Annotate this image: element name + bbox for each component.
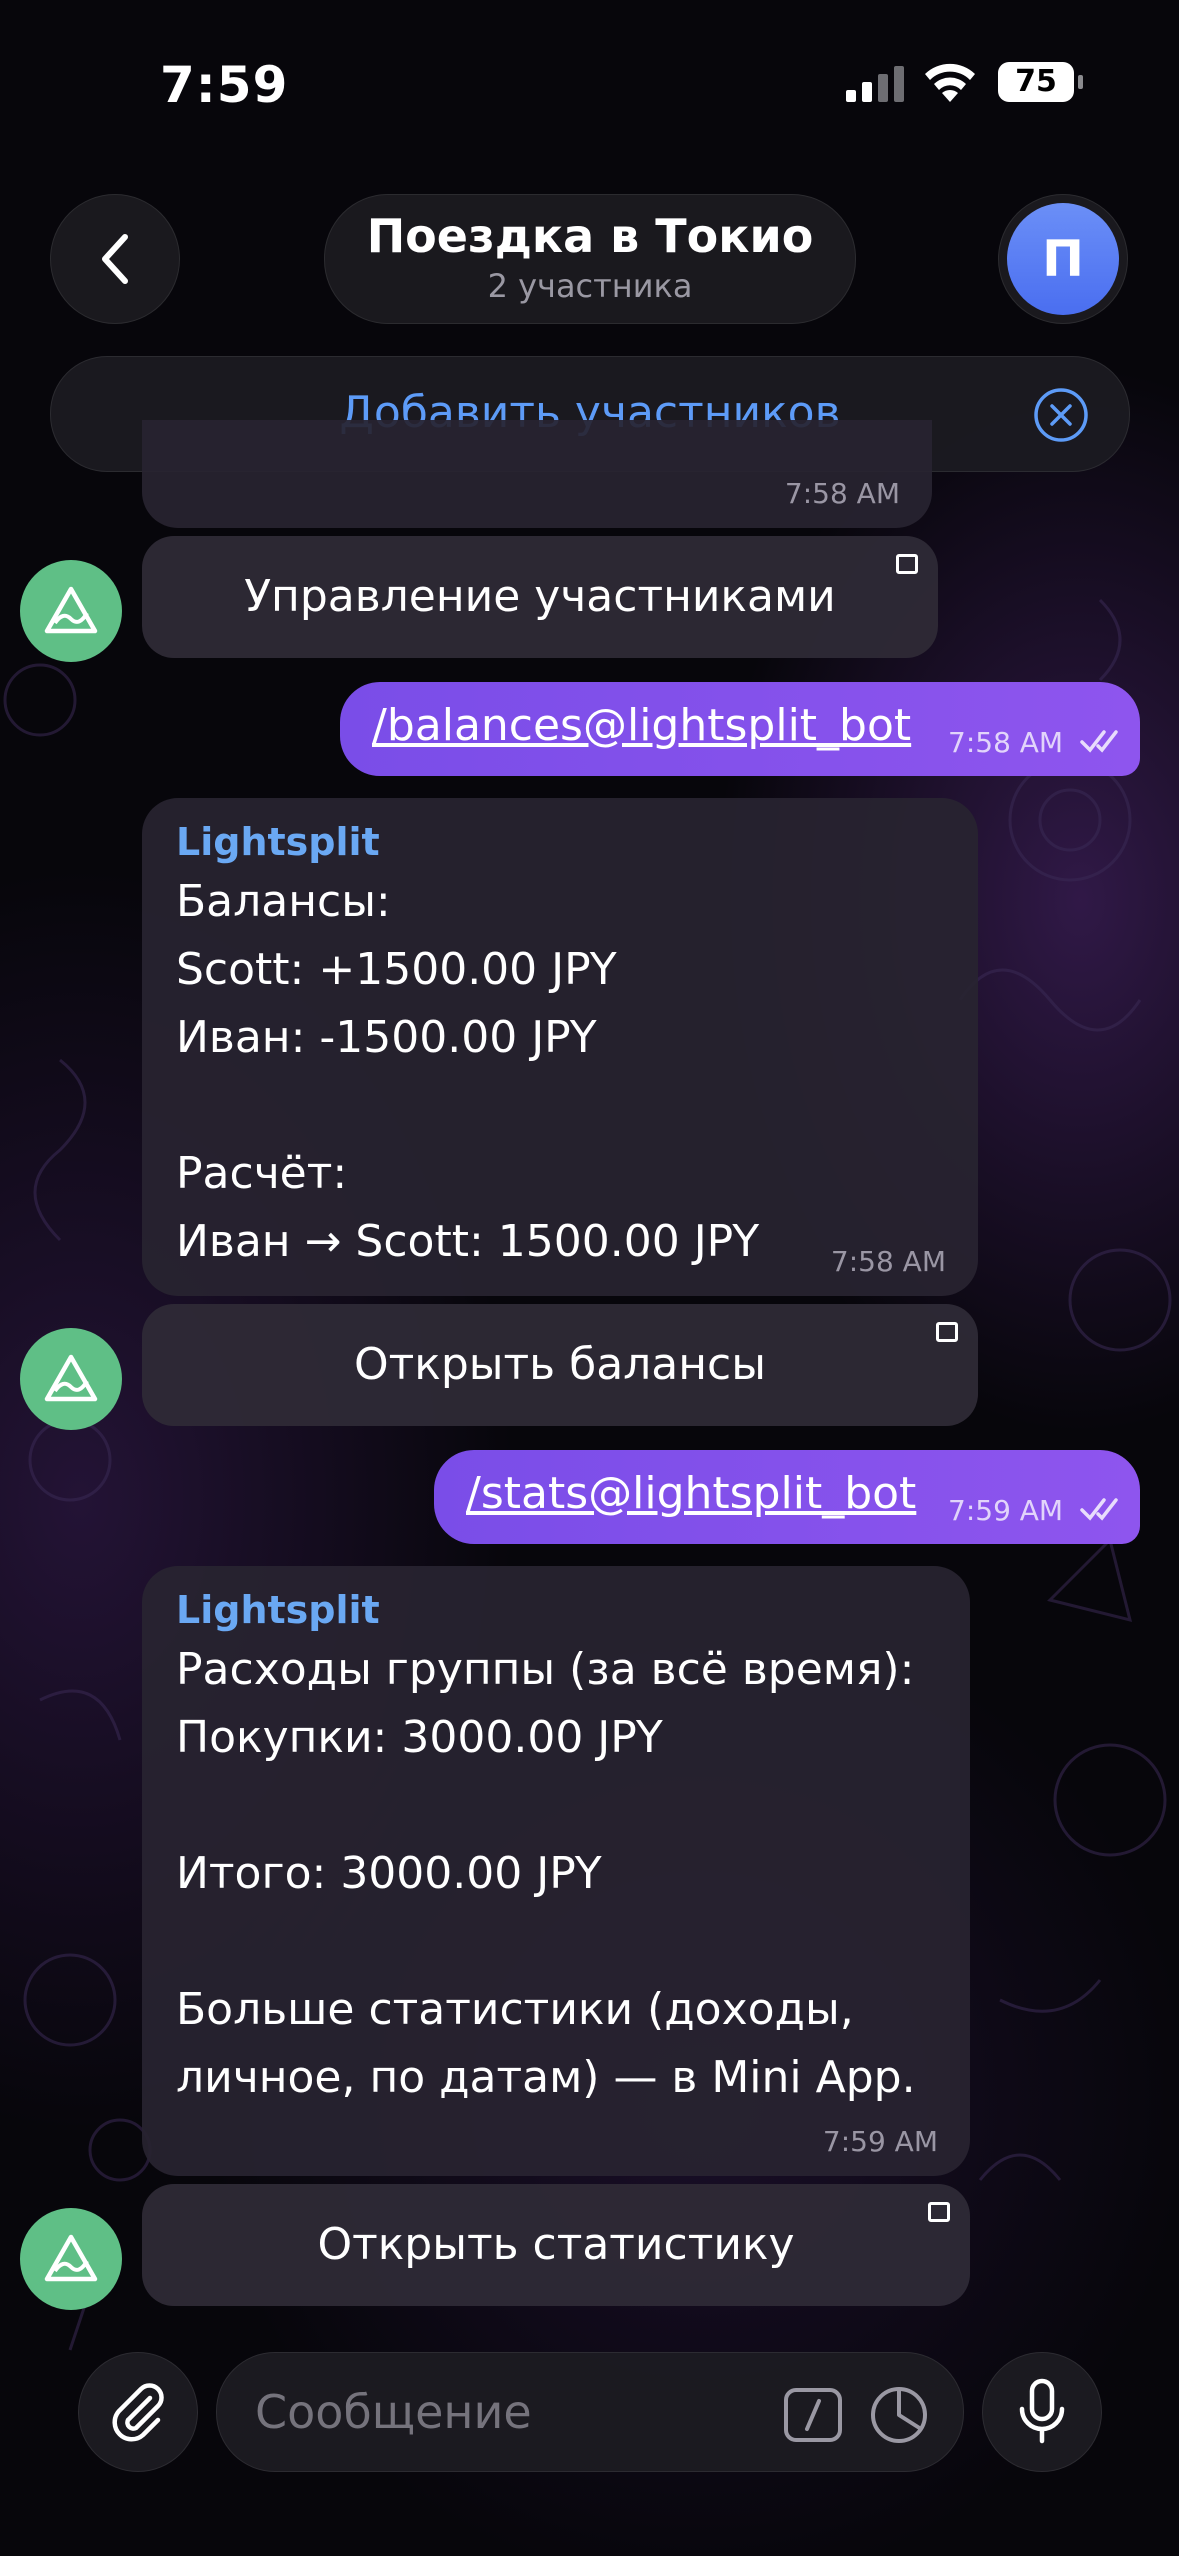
chevron-left-icon [102, 234, 128, 284]
message-sender: Lightsplit [176, 820, 380, 864]
bot-logo-icon [44, 1354, 98, 1402]
open-balances-label: Открыть балансы [354, 1339, 766, 1390]
command-link-stats[interactable]: /stats@lightsplit_bot [466, 1468, 916, 1519]
bot-avatar[interactable] [20, 560, 122, 662]
double-check-icon [1080, 730, 1118, 753]
status-bar: 7:59 75 [0, 0, 1179, 170]
chat-title: Поездка в Токио [366, 209, 814, 263]
manage-participants-label: Управление участниками [244, 571, 836, 622]
message-input-placeholder: Сообщение [255, 2385, 532, 2439]
attach-button[interactable] [78, 2352, 198, 2472]
message-text: Расходы группы (за всё время): Покупки: … [176, 1644, 916, 2103]
message-time: 7:58 AM [830, 1245, 946, 1278]
status-time: 7:59 [160, 56, 289, 114]
message-sender: Lightsplit [176, 1588, 380, 1632]
web-app-icon [936, 1322, 958, 1342]
bot-logo-icon [44, 2234, 98, 2282]
bot-avatar[interactable] [20, 2208, 122, 2310]
bot-commands-icon[interactable] [783, 2387, 843, 2443]
open-statistics-label: Открыть статистику [317, 2219, 795, 2270]
outgoing-message-balances[interactable]: /balances@lightsplit_bot 7:58 AM [340, 682, 1140, 776]
chat-avatar-button[interactable]: П [998, 194, 1128, 324]
message-time: 7:59 AM [948, 1494, 1064, 1527]
bot-avatar[interactable] [20, 1328, 122, 1430]
chat-title-pill[interactable]: Поездка в Токио 2 участника [324, 194, 856, 324]
message-input[interactable]: Сообщение [216, 2352, 964, 2472]
avatar: П [1007, 203, 1119, 315]
back-button[interactable] [50, 194, 180, 324]
voice-record-button[interactable] [982, 2352, 1102, 2472]
sticker-icon[interactable] [869, 2385, 929, 2445]
open-statistics-button[interactable]: Открыть статистику [142, 2184, 970, 2306]
paperclip-icon [112, 2383, 164, 2442]
open-balances-button[interactable]: Открыть балансы [142, 1304, 978, 1426]
message-bubble-partial: 7:58 AM [142, 420, 932, 528]
outgoing-message-stats[interactable]: /stats@lightsplit_bot 7:59 AM [434, 1450, 1140, 1544]
manage-participants-button[interactable]: Управление участниками [142, 536, 938, 658]
message-text: Балансы: Scott: +1500.00 JPY Иван: -1500… [176, 876, 760, 1267]
bot-message-balances: Lightsplit Балансы: Scott: +1500.00 JPY … [142, 798, 978, 1296]
message-time: 7:58 AM [948, 726, 1064, 759]
bot-logo-icon [44, 586, 98, 634]
wifi-icon [925, 63, 975, 102]
message-time: 7:59 AM [822, 2125, 938, 2158]
double-check-icon [1080, 1498, 1118, 1521]
web-app-icon [928, 2202, 950, 2222]
chat-subtitle: 2 участника [487, 267, 693, 305]
bot-message-stats: Lightsplit Расходы группы (за всё время)… [142, 1566, 970, 2176]
close-circle-icon[interactable] [1033, 387, 1089, 443]
battery-indicator: 75 [998, 62, 1083, 102]
signal-icon [846, 66, 904, 102]
microphone-icon [1019, 2378, 1065, 2444]
web-app-icon [896, 554, 918, 574]
message-time: 7:58 AM [784, 477, 900, 510]
command-link-balances[interactable]: /balances@lightsplit_bot [372, 700, 911, 751]
